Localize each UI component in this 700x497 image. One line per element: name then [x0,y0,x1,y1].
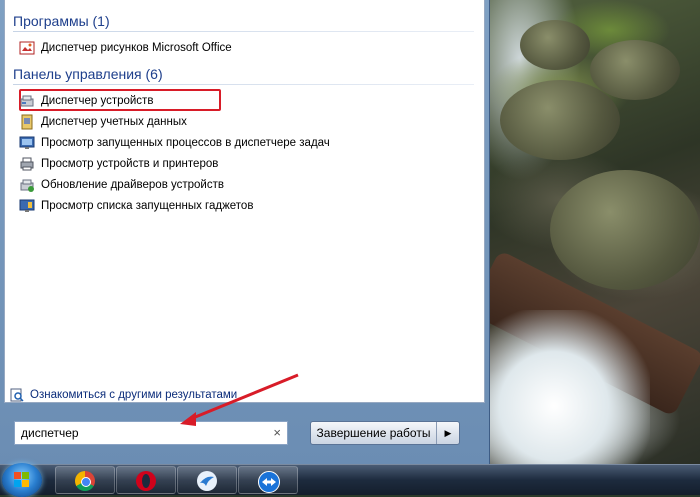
result-item-label: Просмотр устройств и принтеров [41,157,219,170]
search-results-pane: Программы (1) Диспетчер рисунков Microso… [4,0,485,403]
chrome-icon [75,471,95,491]
result-item-picture-manager[interactable]: Диспетчер рисунков Microsoft Office [19,37,479,58]
result-item-label: Обновление драйверов устройств [41,178,224,191]
shutdown-button-group: Завершение работы ▶ [310,421,460,445]
windows-logo-icon [14,472,30,488]
gadgets-icon [19,198,35,214]
group-header-label: Программы (1) [13,13,110,29]
wallpaper-rock [550,170,700,290]
wallpaper-rock [590,40,680,100]
result-item-device-manager[interactable]: Диспетчер устройств [19,90,479,111]
search-results-icon [10,388,24,402]
picture-manager-icon [19,40,35,56]
result-item-label: Просмотр списка запущенных гаджетов [41,199,254,212]
group-header-label: Панель управления (6) [13,66,163,82]
devices-printers-icon [19,156,35,172]
wallpaper-rock [520,20,590,70]
start-search-box[interactable]: × [14,421,288,445]
result-item-devices-printers[interactable]: Просмотр устройств и принтеров [19,153,479,174]
taskbar-app-chrome[interactable] [55,466,115,494]
start-button[interactable] [2,463,42,497]
result-item-label: Диспетчер рисунков Microsoft Office [41,41,232,54]
shutdown-button[interactable]: Завершение работы [311,422,437,444]
shutdown-options-arrow-icon[interactable]: ▶ [437,422,459,444]
see-more-results-link[interactable]: Ознакомиться с другими результатами [10,386,237,404]
group-separator [13,31,474,32]
teamviewer-icon [258,471,280,493]
clear-search-icon[interactable]: × [273,425,281,441]
group-header-control-panel: Панель управления (6) [13,64,474,85]
see-more-label: Ознакомиться с другими результатами [30,389,238,401]
group-header-programs: Программы (1) [13,11,474,32]
result-item-credential-manager[interactable]: Диспетчер учетных данных [19,111,479,132]
wallpaper-rock [500,80,620,160]
start-search-input[interactable] [21,425,261,441]
credential-manager-icon [19,114,35,130]
task-manager-icon [19,135,35,151]
start-menu: Программы (1) Диспетчер рисунков Microso… [0,0,490,464]
swift-browser-icon [197,471,217,491]
taskbar-app-opera[interactable] [116,466,176,494]
result-item-driver-update[interactable]: Обновление драйверов устройств [19,174,479,195]
result-item-gadgets[interactable]: Просмотр списка запущенных гаджетов [19,195,479,216]
group-separator [13,84,474,85]
wallpaper-waterfall [490,310,650,470]
taskbar [0,463,700,497]
device-manager-icon [19,93,35,109]
opera-icon [136,471,156,491]
result-item-task-manager[interactable]: Просмотр запущенных процессов в диспетче… [19,132,479,153]
taskbar-app-browser[interactable] [177,466,237,494]
start-menu-bottom-bar: × Завершение работы ▶ [4,404,483,464]
taskbar-app-teamviewer[interactable] [238,466,298,494]
result-item-label: Диспетчер устройств [41,94,154,107]
result-item-label: Просмотр запущенных процессов в диспетче… [41,136,330,149]
result-item-label: Диспетчер учетных данных [41,115,187,128]
driver-update-icon [19,177,35,193]
